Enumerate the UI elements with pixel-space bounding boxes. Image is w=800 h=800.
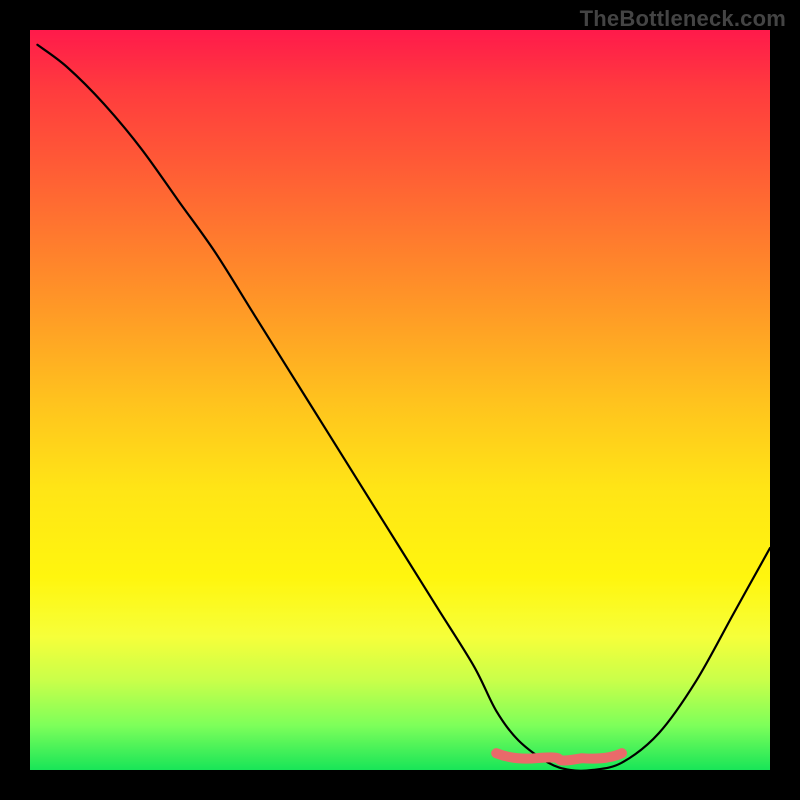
plot-area: [30, 30, 770, 770]
curve-layer: [30, 30, 770, 770]
bottleneck-curve-path: [37, 45, 770, 771]
optimal-range-path: [496, 753, 622, 760]
chart-frame: TheBottleneck.com: [0, 0, 800, 800]
watermark-text: TheBottleneck.com: [580, 6, 786, 32]
